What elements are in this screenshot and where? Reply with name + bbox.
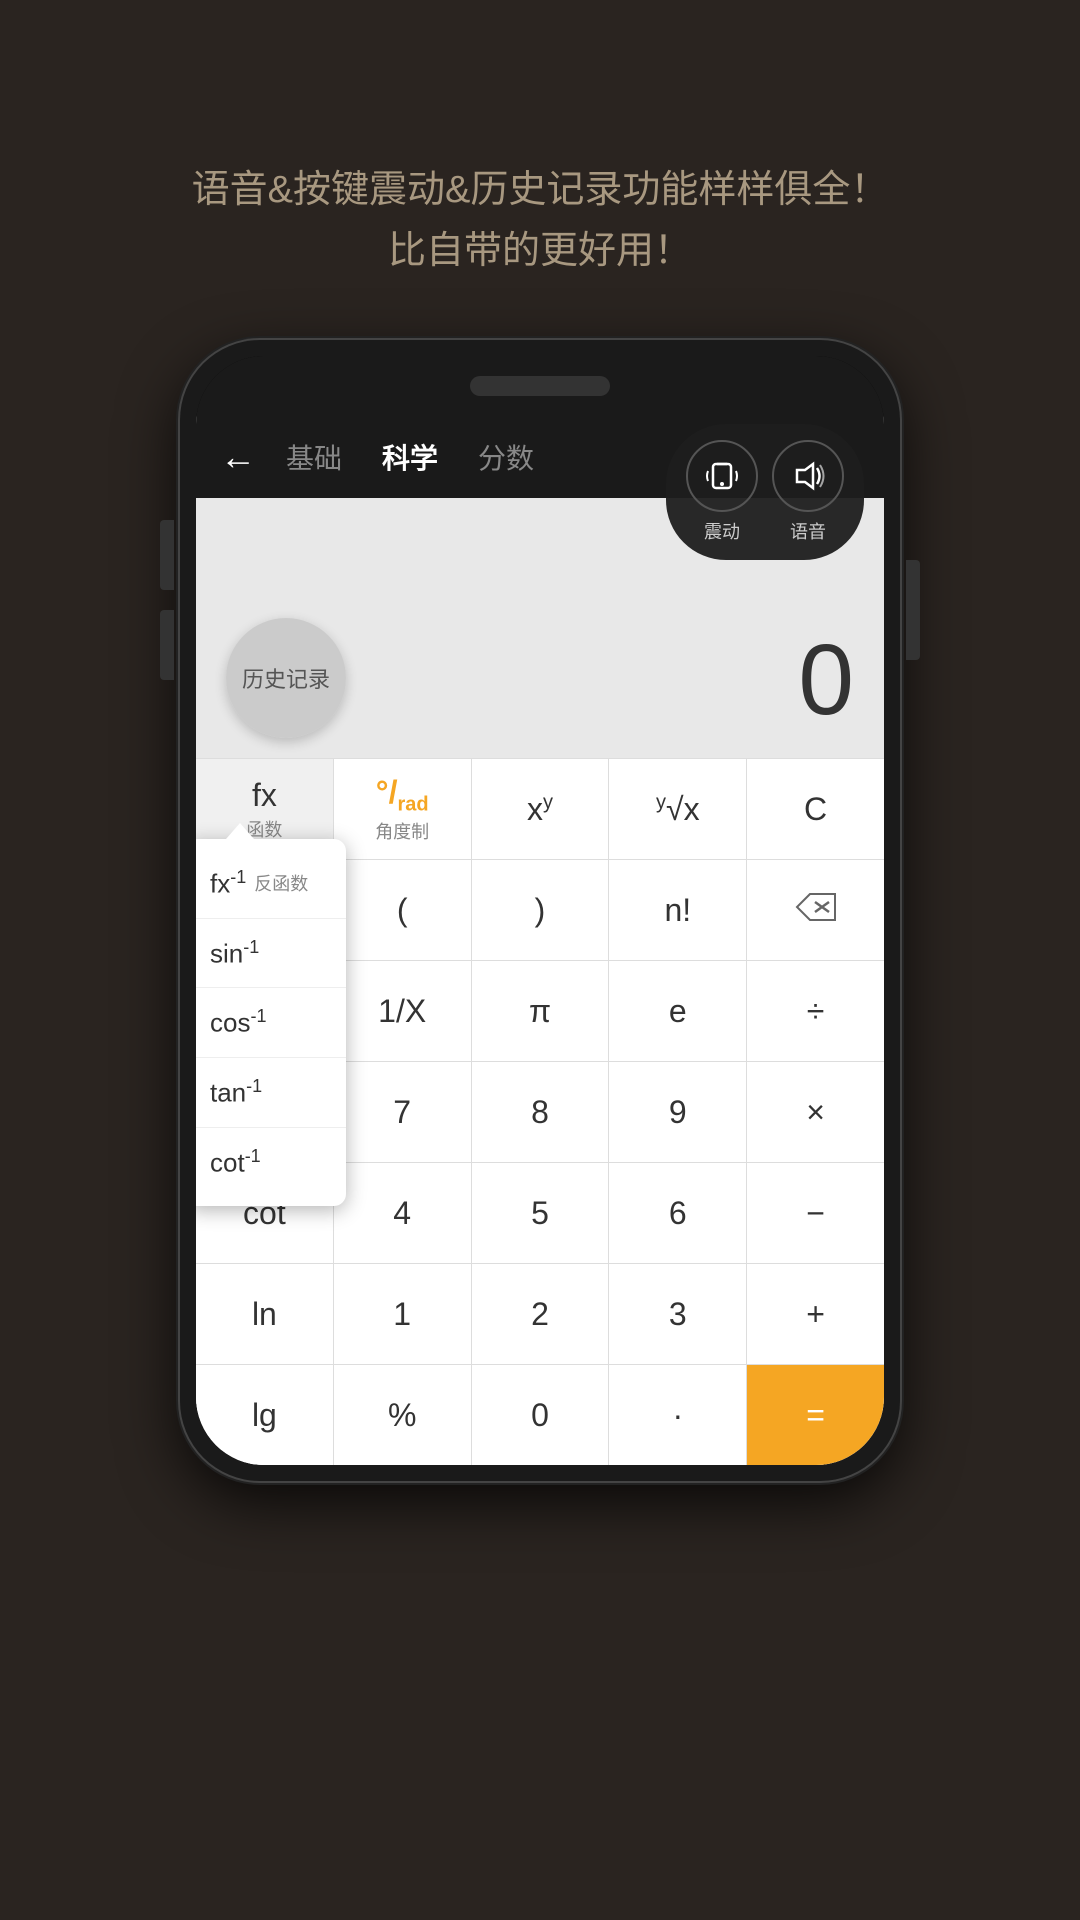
history-button[interactable]: 历史记录	[226, 618, 346, 738]
key-factorial[interactable]: n!	[609, 860, 747, 960]
phone-body: ← 基础 科学 分数	[180, 340, 900, 1481]
sound-button[interactable]: 语音	[772, 440, 844, 544]
key-pi[interactable]: π	[472, 961, 610, 1061]
key-fx[interactable]: fx 函数 fx-1 反函数	[196, 759, 334, 859]
key-nthroot[interactable]: y√x	[609, 759, 747, 859]
key-equals[interactable]: =	[747, 1365, 884, 1465]
key-9[interactable]: 9	[609, 1062, 747, 1162]
key-decimal[interactable]: ·	[609, 1365, 747, 1465]
key-clear[interactable]: C	[747, 759, 884, 859]
tab-fraction[interactable]: 分数	[478, 437, 534, 477]
display-value: 0	[798, 623, 854, 738]
popup-item-sin-inv[interactable]: sin-1	[196, 919, 346, 989]
key-3[interactable]: 3	[609, 1264, 747, 1364]
phone-top-bar	[196, 356, 884, 416]
key-multiply[interactable]: ×	[747, 1062, 884, 1162]
vibrate-icon	[686, 440, 758, 512]
key-2[interactable]: 2	[472, 1264, 610, 1364]
promo-line1: 语音&按键震动&历史记录功能样样俱全！	[80, 160, 1000, 221]
key-8[interactable]: 8	[472, 1062, 610, 1162]
nav-bar: ← 基础 科学 分数	[196, 416, 884, 498]
key-backspace[interactable]	[747, 860, 884, 960]
promo-line2: 比自带的更好用！	[80, 221, 1000, 282]
key-divide[interactable]: ÷	[747, 961, 884, 1061]
sound-icon	[772, 440, 844, 512]
calculator-app: ← 基础 科学 分数	[196, 416, 884, 1465]
vibrate-button[interactable]: 震动	[686, 440, 758, 544]
key-reciprocal[interactable]: 1/X	[334, 961, 472, 1061]
vibrate-label: 震动	[704, 518, 740, 544]
sound-label: 语音	[790, 518, 826, 544]
key-1[interactable]: 1	[334, 1264, 472, 1364]
phone-speaker	[470, 376, 610, 396]
tab-science[interactable]: 科学	[382, 437, 438, 477]
back-button[interactable]: ←	[220, 436, 256, 478]
keypad-row-1: fx 函数 fx-1 反函数	[196, 758, 884, 859]
power-button	[906, 560, 920, 660]
keypad-row-7: lg % 0 · =	[196, 1364, 884, 1465]
floating-buttons: 震动	[666, 424, 864, 560]
promo-text: 语音&按键震动&历史记录功能样样俱全！ 比自带的更好用！	[0, 0, 1080, 342]
key-4[interactable]: 4	[334, 1163, 472, 1263]
tab-basic[interactable]: 基础	[286, 437, 342, 477]
popup-item-cos-inv[interactable]: cos-1	[196, 988, 346, 1058]
key-7[interactable]: 7	[334, 1062, 472, 1162]
fx-popup-menu: fx-1 反函数 sin-1 cos-1	[196, 839, 346, 1206]
popup-item-tan-inv[interactable]: tan-1	[196, 1058, 346, 1128]
key-open-paren[interactable]: (	[334, 860, 472, 960]
key-percent[interactable]: %	[334, 1365, 472, 1465]
key-log[interactable]: lg	[196, 1365, 334, 1465]
phone-screen: ← 基础 科学 分数	[196, 356, 884, 1465]
key-6[interactable]: 6	[609, 1163, 747, 1263]
key-angle[interactable]: °/rad 角度制	[334, 759, 472, 859]
volume-down-button	[160, 610, 174, 680]
key-ln[interactable]: ln	[196, 1264, 334, 1364]
key-euler[interactable]: e	[609, 961, 747, 1061]
key-add[interactable]: +	[747, 1264, 884, 1364]
key-power[interactable]: xy	[472, 759, 610, 859]
key-0[interactable]: 0	[472, 1365, 610, 1465]
popup-item-cot-inv[interactable]: cot-1	[196, 1128, 346, 1197]
key-close-paren[interactable]: )	[472, 860, 610, 960]
keypad: fx 函数 fx-1 反函数	[196, 758, 884, 1465]
nav-tabs: 基础 科学 分数	[286, 437, 534, 477]
keypad-row-6: ln 1 2 3 +	[196, 1263, 884, 1364]
key-5[interactable]: 5	[472, 1163, 610, 1263]
volume-up-button	[160, 520, 174, 590]
key-subtract[interactable]: −	[747, 1163, 884, 1263]
phone-device: ← 基础 科学 分数	[180, 340, 900, 1481]
popup-item-fx-inv[interactable]: fx-1 反函数	[196, 849, 346, 919]
